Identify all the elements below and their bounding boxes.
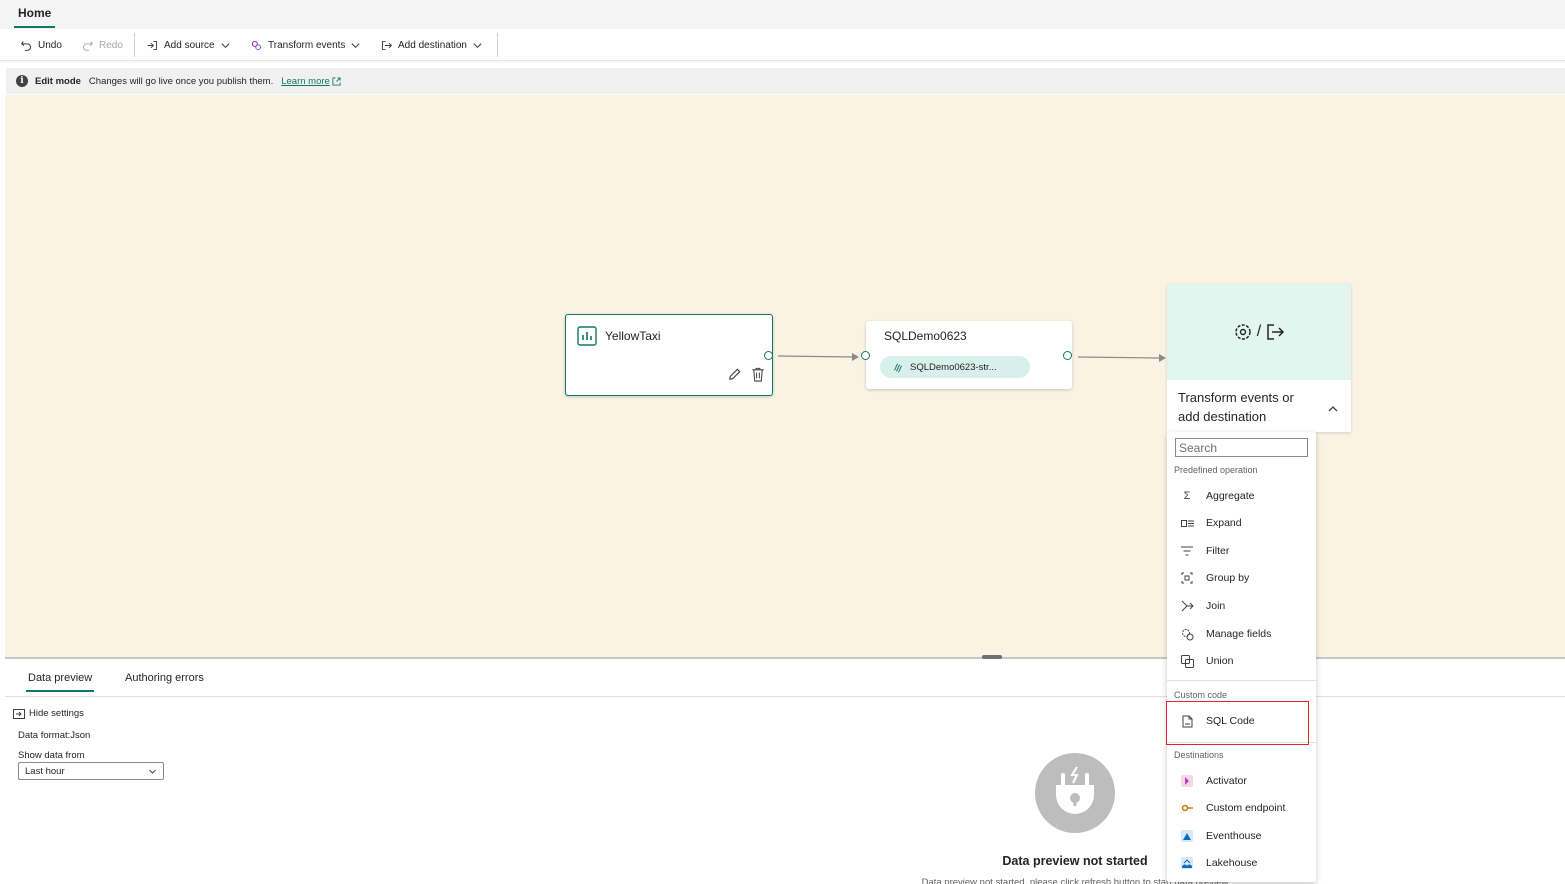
- custom-code-header: Custom code: [1174, 690, 1228, 700]
- sample-data-icon: [577, 326, 597, 346]
- menu-item-custom-endpoint[interactable]: Custom endpoint: [1167, 795, 1316, 821]
- menu-item-lakehouse[interactable]: Lakehouse: [1167, 850, 1316, 876]
- show-data-from-value: Last hour: [25, 765, 65, 777]
- menu-item-group-by[interactable]: Group by: [1167, 565, 1316, 591]
- menu-item-label: Filter: [1206, 545, 1230, 557]
- activator-icon: [1180, 774, 1194, 788]
- menu-item-aggregate[interactable]: Σ Aggregate: [1167, 483, 1316, 509]
- menu-item-manage-fields[interactable]: Manage fields: [1167, 621, 1316, 647]
- menu-item-label: Expand: [1206, 517, 1242, 529]
- chevron-up-icon[interactable]: [1327, 403, 1339, 415]
- manage-fields-icon: [1180, 627, 1194, 641]
- stream-node-title: SQLDemo0623: [884, 329, 967, 343]
- data-format-label: Data format:Json: [18, 730, 91, 741]
- hide-settings-icon: [13, 708, 25, 719]
- menu-item-label: Custom endpoint: [1206, 802, 1286, 814]
- menu-search-input[interactable]: [1175, 438, 1308, 457]
- stream-pill-label: SQLDemo0623-str...: [910, 361, 997, 373]
- join-icon: [1180, 599, 1194, 613]
- hide-settings-button[interactable]: Hide settings: [13, 708, 84, 719]
- tab-data-preview[interactable]: Data preview: [25, 672, 95, 692]
- destinations-header: Destinations: [1174, 750, 1224, 760]
- transform-destination-menu: Predefined operation Σ Aggregate Expand …: [1167, 432, 1316, 882]
- menu-item-label: Manage fields: [1206, 628, 1272, 640]
- source-node-yellowtaxi[interactable]: YellowTaxi: [565, 314, 773, 396]
- stream-output-port[interactable]: [1063, 351, 1072, 360]
- tabs-divider: [5, 696, 1565, 697]
- lakehouse-icon: [1180, 856, 1194, 870]
- menu-item-filter[interactable]: Filter: [1167, 538, 1316, 564]
- stream-icon: [893, 363, 903, 373]
- transform-gear-icon: [1235, 324, 1251, 340]
- menu-item-label: Aggregate: [1206, 490, 1255, 502]
- stream-pill[interactable]: SQLDemo0623-str...: [880, 356, 1030, 378]
- hide-settings-label: Hide settings: [29, 708, 84, 719]
- group-by-icon: [1180, 571, 1194, 585]
- empty-state-title: Data preview not started: [1002, 854, 1148, 868]
- sql-code-highlight: [1166, 701, 1309, 745]
- tab-authoring-errors[interactable]: Authoring errors: [125, 672, 204, 684]
- show-data-from-select[interactable]: Last hour: [18, 762, 164, 780]
- stream-node-sqldemo0623[interactable]: SQLDemo0623 SQLDemo0623-str...: [861, 321, 1072, 389]
- destination-card-label: Transform events or add destination: [1178, 390, 1294, 424]
- filter-icon: [1180, 544, 1194, 558]
- menu-item-label: Union: [1206, 655, 1234, 667]
- transform-or-destination-card[interactable]: / Transform events or add destination: [1167, 284, 1351, 432]
- menu-item-expand[interactable]: Expand: [1167, 510, 1316, 536]
- expand-icon: [1180, 516, 1194, 530]
- menu-item-label: Lakehouse: [1206, 857, 1258, 869]
- union-icon: [1180, 654, 1194, 668]
- predefined-operation-header: Predefined operation: [1174, 465, 1258, 475]
- eventhouse-icon: [1180, 829, 1194, 843]
- source-node-title: YellowTaxi: [605, 329, 661, 343]
- bottom-panel: Data preview Authoring errors Hide setti…: [5, 659, 1565, 884]
- custom-endpoint-icon: [1180, 801, 1194, 815]
- destination-card-header: /: [1167, 284, 1351, 380]
- menu-item-join[interactable]: Join: [1167, 593, 1316, 619]
- menu-item-activator[interactable]: Activator: [1167, 768, 1316, 794]
- plug-icon: [1035, 753, 1115, 833]
- menu-item-eventhouse[interactable]: Eventhouse: [1167, 823, 1316, 849]
- menu-item-label: Eventhouse: [1206, 830, 1262, 842]
- stream-input-port[interactable]: [861, 351, 870, 360]
- destination-exit-icon: [1267, 324, 1285, 340]
- source-output-port[interactable]: [764, 351, 773, 360]
- menu-item-union[interactable]: Union: [1167, 648, 1316, 674]
- menu-item-label: Activator: [1206, 775, 1247, 787]
- menu-item-label: Join: [1206, 600, 1226, 612]
- menu-item-label: Group by: [1206, 572, 1250, 584]
- chevron-down-icon: [149, 769, 156, 774]
- show-data-from-label: Show data from: [18, 750, 85, 761]
- edit-icon[interactable]: [727, 367, 742, 382]
- card-separator: /: [1256, 323, 1262, 340]
- sigma-icon: Σ: [1183, 490, 1191, 502]
- delete-icon[interactable]: [751, 367, 765, 382]
- menu-divider: [1167, 680, 1316, 681]
